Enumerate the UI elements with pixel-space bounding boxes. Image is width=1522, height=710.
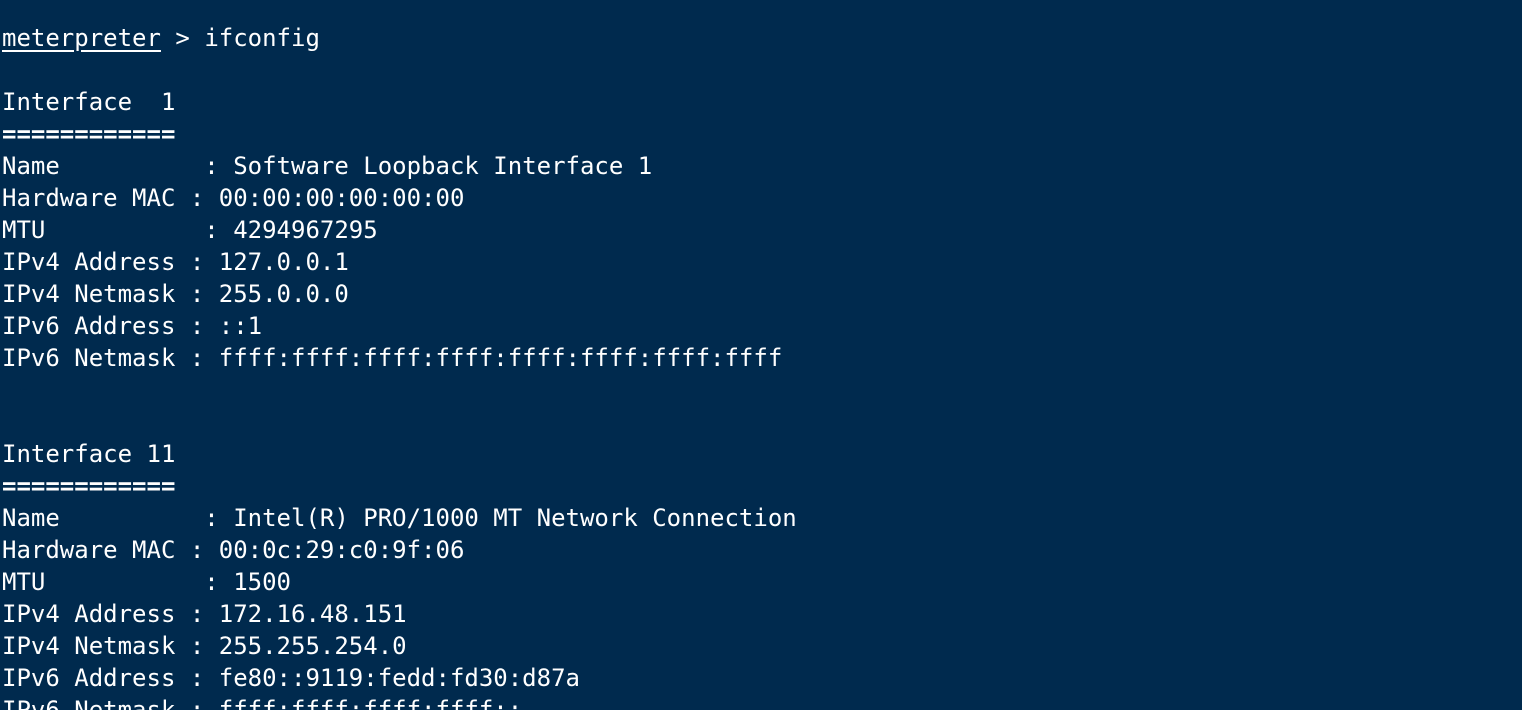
field-row: Hardware MAC : 00:00:00:00:00:00 [2,182,1517,214]
interface-separator: ============ [2,472,176,500]
command-text: ifconfig [204,24,320,52]
field-label: IPv4 Netmask [2,280,176,308]
field-value: ::1 [218,312,263,340]
field-row: Hardware MAC : 00:0c:29:c0:9f:06 [2,534,1517,566]
field-value: 172.16.48.151 [218,600,407,628]
field-label: Name [2,152,190,180]
field-label: IPv4 Netmask [2,632,176,660]
field-value: 1500 [233,568,291,596]
field-row: MTU : 1500 [2,566,1517,598]
field-separator: : [175,664,219,692]
field-separator: : [175,536,219,564]
field-value: Software Loopback Interface 1 [233,152,653,180]
field-value: 127.0.0.1 [218,248,349,276]
command-line: meterpreter > ifconfig [2,22,1517,54]
field-label: Name [2,504,190,532]
field-row: IPv6 Address : ::1 [2,310,1517,342]
field-label: Hardware MAC [2,184,176,212]
interface-header: Interface 1 [2,88,176,116]
field-separator: : [189,504,234,532]
field-label: IPv6 Netmask [2,344,176,372]
field-label: MTU [2,216,190,244]
field-row: IPv4 Netmask : 255.255.254.0 [2,630,1517,662]
field-separator: : [175,600,219,628]
field-separator: : [175,248,219,276]
field-separator: : [175,184,219,212]
field-row: MTU : 4294967295 [2,214,1517,246]
field-separator: : [175,312,219,340]
field-label: IPv6 Address [2,312,176,340]
field-label: MTU [2,568,190,596]
terminal-output: meterpreter > ifconfig Interface 1 =====… [2,0,1517,710]
interface-separator: ============ [2,120,176,148]
field-separator: : [175,280,219,308]
field-row: IPv4 Address : 127.0.0.1 [2,246,1517,278]
field-row: IPv6 Netmask : ffff:ffff:ffff:ffff:: [2,694,1517,710]
field-separator: : [175,344,219,372]
field-separator: : [189,568,234,596]
field-separator: : [189,152,234,180]
field-value: 255.0.0.0 [218,280,349,308]
field-label: IPv4 Address [2,600,176,628]
terminal-line-partial [2,0,1517,22]
field-row: IPv6 Address : fe80::9119:fedd:fd30:d87a [2,662,1517,694]
field-separator: : [175,632,219,660]
field-value: ffff:ffff:ffff:ffff:ffff:ffff:ffff:ffff [218,344,783,372]
field-label: Hardware MAC [2,536,176,564]
prompt-name: meterpreter [2,24,161,52]
field-value: 00:00:00:00:00:00 [218,184,465,212]
terminal-window[interactable]: meterpreter > ifconfig Interface 1 =====… [0,0,1522,710]
field-label: IPv6 Address [2,664,176,692]
field-row: IPv4 Address : 172.16.48.151 [2,598,1517,630]
field-row: IPv4 Netmask : 255.0.0.0 [2,278,1517,310]
field-label: IPv4 Address [2,248,176,276]
field-row: IPv6 Netmask : ffff:ffff:ffff:ffff:ffff:… [2,342,1517,374]
field-value: 00:0c:29:c0:9f:06 [218,536,465,564]
field-value: 4294967295 [233,216,378,244]
interface-header: Interface 11 [2,440,176,468]
field-separator: : [189,216,234,244]
field-value: ffff:ffff:ffff:ffff:: [218,696,523,710]
field-row: Name : Intel(R) PRO/1000 MT Network Conn… [2,502,1517,534]
field-value: Intel(R) PRO/1000 MT Network Connection [233,504,797,532]
field-value: 255.255.254.0 [218,632,407,660]
prompt-symbol: > [160,24,205,52]
field-value: fe80::9119:fedd:fd30:d87a [218,664,580,692]
field-label: IPv6 Netmask [2,696,176,710]
field-separator: : [175,696,219,710]
field-row: Name : Software Loopback Interface 1 [2,150,1517,182]
